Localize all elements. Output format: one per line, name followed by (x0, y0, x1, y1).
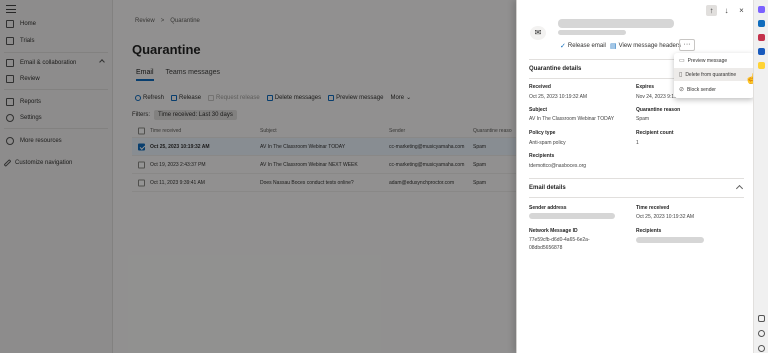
view-message-headers-label: View message headers (618, 43, 681, 49)
panel-nav-buttons: ↑ ↓ × (706, 5, 747, 16)
recipients-label: Recipients (529, 153, 555, 159)
network-message-id-line1: 77e59cfb-d6d0-4a65-6e2a- (529, 237, 590, 243)
view-message-headers-button[interactable]: ▤ View message headers (610, 42, 681, 50)
app-icon[interactable] (758, 6, 765, 13)
app-icon[interactable] (758, 34, 765, 41)
menu-item-preview-message[interactable]: ▭ Preview message (674, 54, 754, 67)
subject-label: Subject (529, 107, 548, 113)
divider (529, 197, 744, 198)
recipients-value: tdemottco@nasboces.org (529, 163, 587, 169)
app-icon[interactable] (758, 20, 765, 27)
menu-item-label: Preview message (687, 57, 728, 64)
menu-item-delete-from-quarantine[interactable]: ▯ Delete from quarantine (674, 68, 754, 81)
menu-item-label: Delete from quarantine (685, 71, 737, 78)
subject-value: AV In The Classroom Webinar TODAY (529, 116, 615, 122)
checkmark-icon: ✓ (560, 43, 566, 50)
email-recipients-label: Recipients (636, 228, 662, 234)
quarantine-details-heading: Quarantine details (529, 66, 582, 72)
trash-icon: ▯ (679, 72, 683, 78)
menu-item-label: Block sender (687, 86, 716, 93)
network-message-id-label: Network Message ID (529, 228, 578, 234)
feedback-icon[interactable] (758, 330, 765, 337)
right-app-rail (753, 0, 768, 353)
time-received-value: Oct 25, 2023 10:19:32 AM (636, 214, 695, 220)
recipient-count-value: 1 (636, 140, 639, 146)
network-message-id-line2: 08dbd5656878 (529, 245, 563, 251)
app-icon[interactable] (758, 48, 765, 55)
divider (529, 178, 744, 179)
close-panel-button[interactable]: × (736, 5, 747, 16)
received-value: Oct 25, 2023 10:19:32 AM (529, 94, 588, 100)
sender-address-label: Sender address (529, 205, 567, 211)
quarantine-reason-label: Quarantine reason (636, 107, 681, 113)
headers-icon: ▤ (610, 43, 617, 50)
gear-icon[interactable] (758, 345, 765, 352)
panel-icon[interactable] (758, 315, 765, 322)
email-details-heading: Email details (529, 185, 566, 191)
release-email-label: Release email (567, 43, 606, 49)
block-icon: ⊘ (679, 87, 685, 93)
redacted-recipients (636, 237, 704, 243)
redacted-sender-address (529, 213, 615, 219)
menu-item-block-sender[interactable]: ⊘ Block sender (674, 83, 754, 96)
time-received-label: Time received (636, 205, 670, 211)
redacted-subject (558, 19, 674, 28)
more-actions-menu: ▭ Preview message ▯ Delete from quaranti… (674, 53, 754, 98)
preview-icon: ▭ (679, 58, 685, 64)
redacted-sender (558, 30, 626, 35)
previous-item-button[interactable]: ↑ (706, 5, 717, 16)
chevron-up-icon[interactable] (735, 184, 744, 193)
modal-overlay[interactable] (0, 0, 516, 353)
expires-label: Expires (636, 84, 655, 90)
received-label: Received (529, 84, 551, 90)
release-email-button[interactable]: ✓ Release email (560, 42, 606, 50)
next-item-button[interactable]: ↓ (721, 5, 732, 16)
policy-type-value: Anti-spam policy (529, 140, 566, 146)
policy-type-label: Policy type (529, 130, 556, 136)
quarantine-reason-value: Spam (636, 116, 650, 122)
recipient-count-label: Recipient count (636, 130, 674, 136)
app-icon[interactable] (758, 62, 765, 69)
envelope-icon: ✉ (530, 26, 546, 40)
more-actions-button[interactable]: ··· (679, 39, 695, 51)
